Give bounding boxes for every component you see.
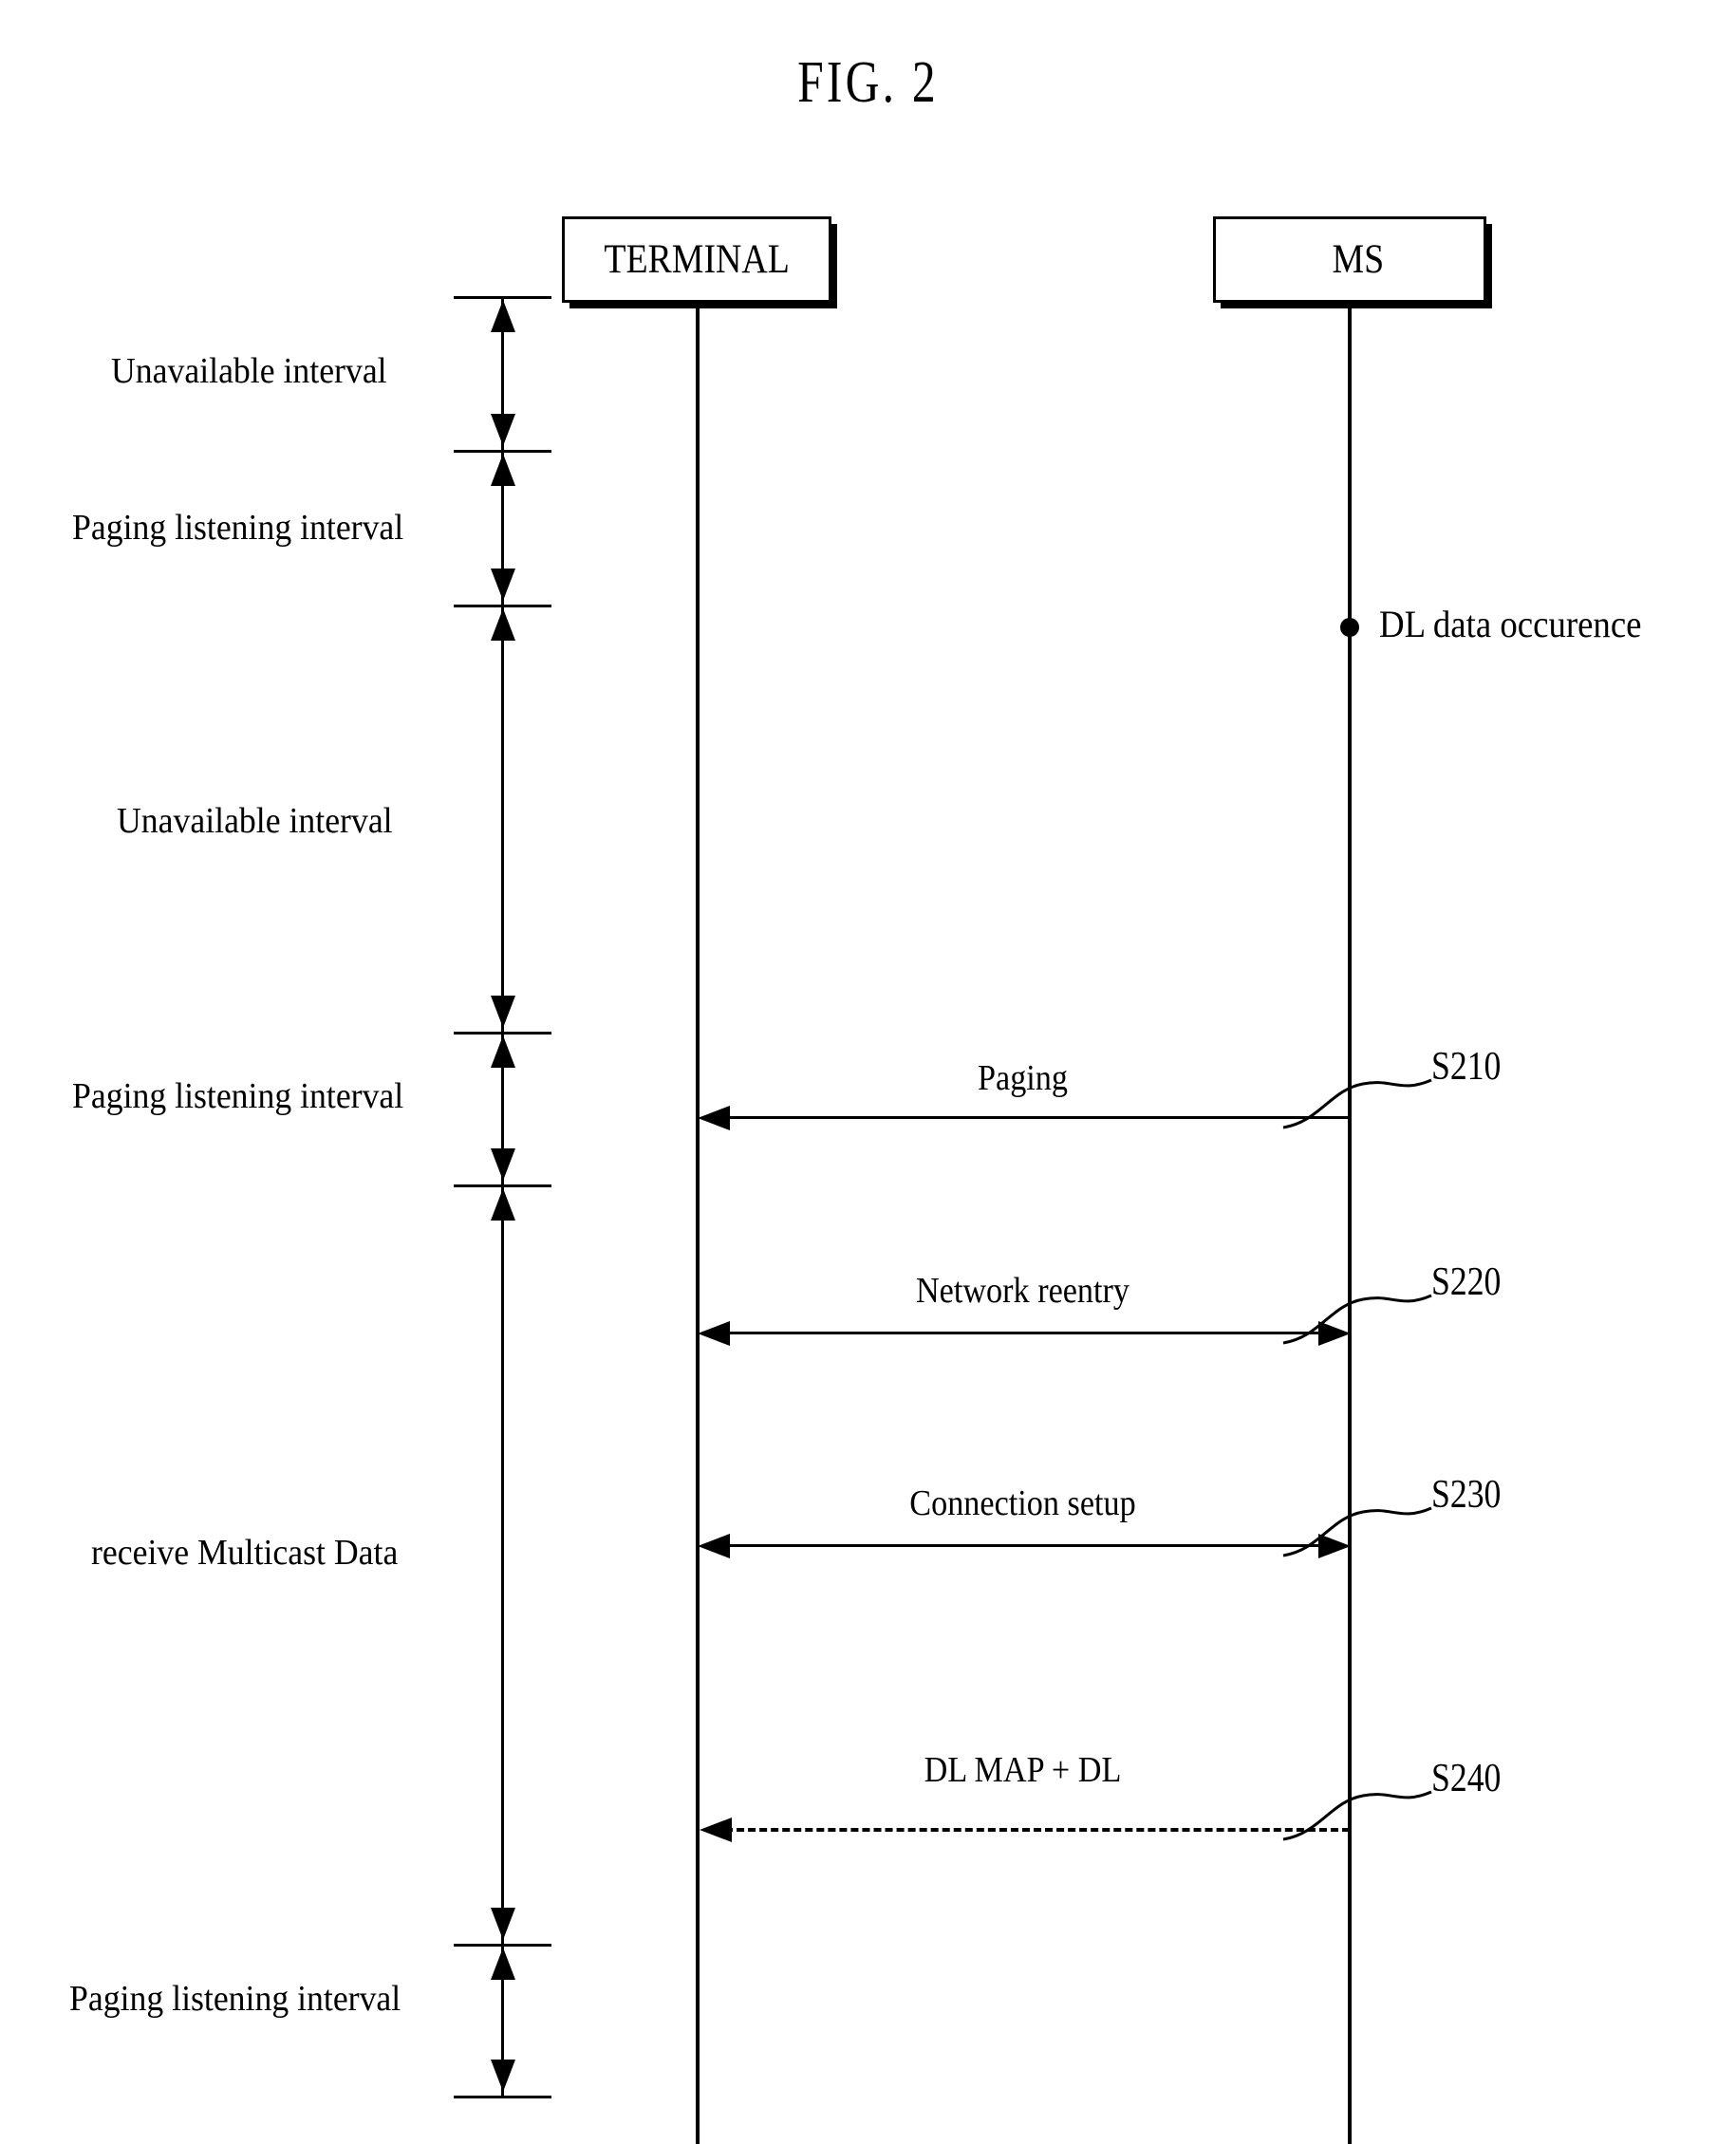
axis-arrowhead-down-5 [491,2060,515,2092]
interval-label-paging-2: Paging listening interval [72,1076,404,1116]
message-line-s220 [707,1332,1341,1334]
message-label-dl-map: DL MAP + DL [924,1750,1122,1790]
actor-box-ms: MS [1213,216,1486,303]
axis-arrowhead-up-2 [491,608,515,641]
axis-tick-1 [454,450,551,453]
figure-title: FIG. 2 [797,50,939,115]
step-ref-s230: S230 [1431,1473,1502,1517]
lifeline-ms [1348,302,1352,2144]
message-arrowhead-left-s210 [698,1106,730,1130]
interval-label-paging-1: Paging listening interval [72,508,404,548]
step-ref-s210: S210 [1431,1045,1502,1089]
axis-arrowhead-up-1 [491,454,515,486]
axis-arrowhead-up-3 [491,1035,515,1068]
interval-label-unavailable-2: Unavailable interval [117,801,393,841]
message-arrowhead-left-s220 [698,1321,730,1346]
axis-arrowhead-up-5 [491,1948,515,1980]
axis-tick-4 [454,1184,551,1187]
step-ref-s240: S240 [1431,1757,1502,1800]
interval-label-receive-multicast: receive Multicast Data [91,1533,399,1573]
lifeline-terminal [696,302,700,2144]
actor-label-terminal: TERMINAL [604,237,790,282]
figure-canvas: FIG. 2 TERMINAL MS Unavailable interval … [0,0,1736,2144]
message-label-connection-setup: Connection setup [909,1483,1136,1523]
message-arrowhead-left-s230 [698,1534,730,1558]
axis-arrowhead-up-4 [491,1188,515,1221]
message-arrowhead-left-s240 [700,1818,732,1842]
axis-arrowhead-up-0 [491,300,515,332]
axis-tick-6 [454,2096,551,2098]
dl-data-occurrence-dot [1340,618,1359,637]
axis-tick-5 [454,1944,551,1947]
actor-box-terminal: TERMINAL [562,216,831,303]
axis-arrowhead-down-2 [491,996,515,1028]
message-line-s210 [707,1116,1351,1119]
message-line-s240 [714,1828,1350,1832]
axis-arrowhead-down-3 [491,1148,515,1181]
interval-label-paging-3: Paging listening interval [69,1979,401,2019]
message-label-paging: Paging [977,1058,1069,1098]
step-ref-s220: S220 [1431,1260,1502,1304]
axis-tick-2 [454,605,551,607]
axis-tick-3 [454,1032,551,1035]
dl-data-occurrence-label: DL data occurence [1379,603,1642,645]
axis-arrowhead-down-0 [491,414,515,446]
actor-label-ms: MS [1332,237,1385,282]
axis-tick-0 [454,296,551,299]
interval-label-unavailable-1: Unavailable interval [111,351,387,391]
message-label-network-reentry: Network reentry [915,1271,1130,1311]
axis-arrowhead-down-1 [491,569,515,601]
axis-arrowhead-down-4 [491,1908,515,1940]
message-line-s230 [707,1544,1341,1547]
